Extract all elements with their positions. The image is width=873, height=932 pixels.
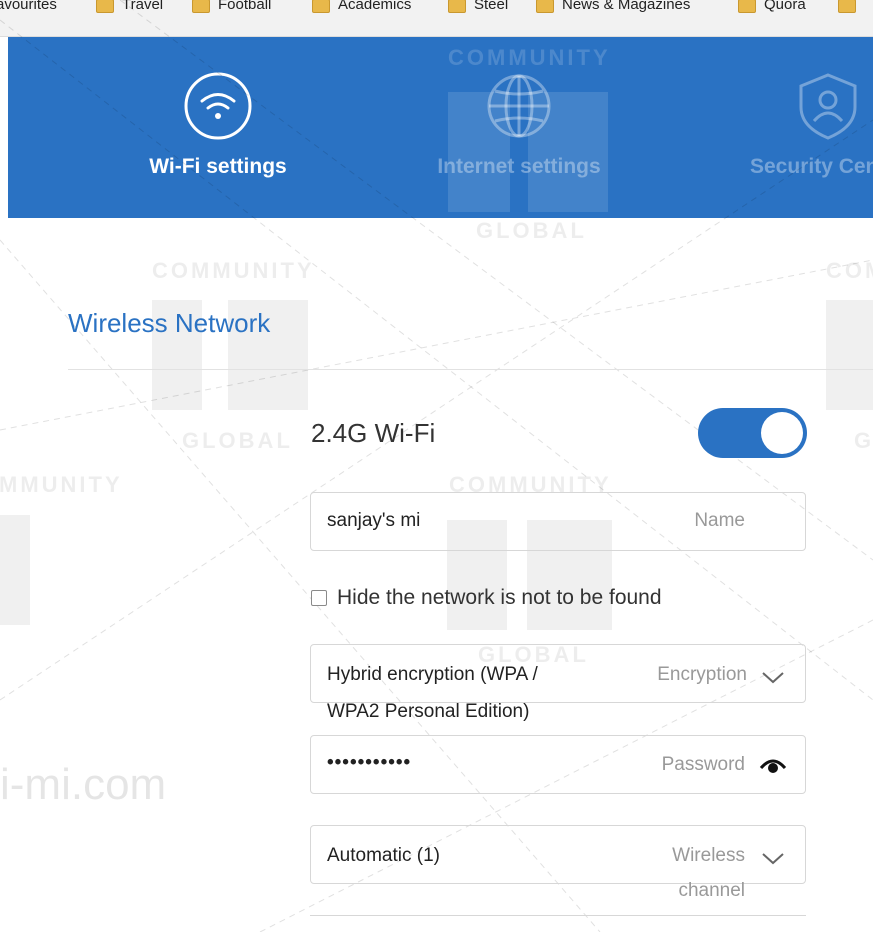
- bookmark-football[interactable]: Football: [192, 0, 271, 18]
- encryption-select[interactable]: Hybrid encryption (WPA / WPA2 Personal E…: [310, 644, 806, 722]
- wifi-band-label: 2.4G Wi-Fi: [311, 418, 436, 448]
- bookmark-more[interactable]: [838, 0, 864, 18]
- channel-hint-line2: channel: [678, 880, 745, 901]
- watermark-logo-bar: [0, 515, 30, 625]
- globe-icon: [487, 74, 551, 138]
- wireless-channel-select[interactable]: Automatic (1) Wireless channel: [310, 825, 806, 901]
- folder-icon: [312, 0, 330, 13]
- bookmarks-bar: avourites Travel Football Academics Stee…: [0, 0, 873, 37]
- wifi-icon: [184, 72, 252, 140]
- bookmark-label: Football: [218, 0, 272, 13]
- password-field[interactable]: ••••••••••• Password: [310, 735, 806, 794]
- encryption-value-line1: Hybrid encryption (WPA /: [327, 664, 538, 685]
- toggle-knob: [761, 412, 803, 454]
- shield-user-icon: [799, 73, 857, 140]
- password-hint: Password: [661, 754, 745, 775]
- folder-icon: [96, 0, 114, 13]
- folder-icon: [536, 0, 554, 13]
- watermark-community: COMMUNITY: [0, 472, 123, 497]
- watermark-community: COMMUNITY: [826, 258, 873, 283]
- eye-icon[interactable]: [759, 756, 787, 774]
- bookmark-quora[interactable]: Quora: [738, 0, 806, 18]
- folder-icon: [448, 0, 466, 13]
- wifi-name-value: sanjay's mi: [327, 510, 421, 531]
- watermark-global: GLOBAL: [182, 428, 293, 453]
- watermark-logo-bar: [826, 300, 873, 410]
- chevron-down-icon: [762, 672, 784, 684]
- channel-value: Automatic (1): [327, 845, 440, 866]
- bookmark-label: Travel: [122, 0, 164, 13]
- password-value: •••••••••••: [327, 752, 412, 773]
- top-navigation: COMMUNITY Wi-Fi settings Internet settin…: [8, 37, 873, 218]
- tab-internet-settings[interactable]: Internet settings: [399, 37, 639, 218]
- bookmark-academics[interactable]: Academics: [312, 0, 411, 18]
- tab-wifi-settings[interactable]: Wi-Fi settings: [98, 37, 338, 218]
- tab-label: Security Cent: [750, 155, 873, 178]
- watermark-domain: i-mi.com: [0, 760, 167, 809]
- hide-network-checkbox[interactable]: [311, 590, 327, 606]
- watermark-community: COMMUNITY: [152, 258, 315, 283]
- watermark-global: GLOBAL: [476, 218, 587, 243]
- bookmark-label: Quora: [764, 0, 806, 13]
- watermark-global: GLOBAL: [854, 428, 873, 453]
- bookmark-label: avourites: [0, 0, 57, 13]
- bookmark-label: Academics: [338, 0, 412, 13]
- wifi-enable-toggle[interactable]: [698, 408, 807, 458]
- hide-network-option[interactable]: Hide the network is not to be found: [311, 586, 662, 610]
- folder-icon: [738, 0, 756, 13]
- bookmark-travel[interactable]: Travel: [96, 0, 163, 18]
- encryption-hint: Encryption: [657, 664, 747, 685]
- section-divider: [68, 369, 873, 370]
- section-title: Wireless Network: [68, 308, 271, 338]
- encryption-value-line2: WPA2 Personal Edition): [327, 701, 530, 722]
- hide-network-label: Hide the network is not to be found: [337, 586, 662, 609]
- wifi-name-hint: Name: [694, 510, 745, 531]
- next-field-border: [310, 915, 806, 916]
- wifi-name-field[interactable]: sanjay's mi Name: [310, 492, 806, 551]
- channel-hint-line1: Wireless: [672, 845, 745, 866]
- bookmark-label: News & Magazines: [562, 0, 691, 13]
- tab-security-center[interactable]: Security Cent: [708, 37, 873, 218]
- tab-label: Wi-Fi settings: [149, 155, 287, 178]
- bookmark-favourites[interactable]: avourites: [0, 0, 57, 18]
- bookmark-steel[interactable]: Steel: [448, 0, 508, 18]
- bookmark-news[interactable]: News & Magazines: [536, 0, 690, 18]
- chevron-down-icon: [762, 853, 784, 865]
- tab-label: Internet settings: [437, 155, 601, 178]
- folder-icon: [192, 0, 210, 13]
- bookmark-label: Steel: [474, 0, 509, 13]
- folder-icon: [838, 0, 856, 13]
